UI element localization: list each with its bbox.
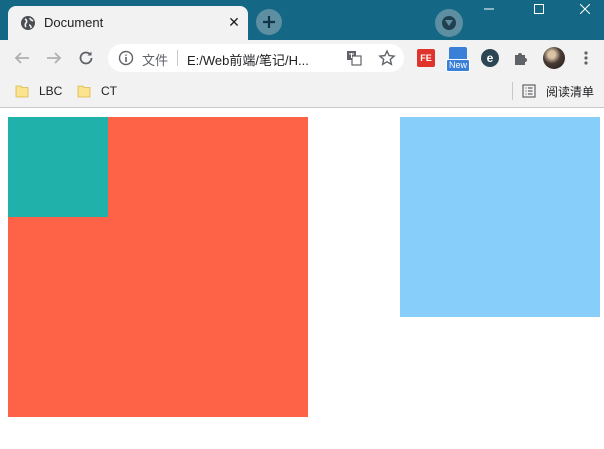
fe-extension-icon[interactable]: FE [417, 49, 435, 67]
new-badge: New [446, 59, 471, 72]
tab-close-icon[interactable]: ✕ [226, 14, 242, 30]
bookmark-label: CT [101, 84, 117, 98]
bookmark-label: LBC [39, 84, 63, 98]
folder-icon [15, 85, 29, 98]
reload-icon[interactable] [77, 49, 95, 67]
close-icon [580, 4, 590, 14]
bookmarks-divider [512, 82, 513, 100]
bookmark-folder-ct[interactable]: CT [77, 83, 117, 99]
maximize-button[interactable] [516, 0, 562, 18]
bookmark-star-icon[interactable] [378, 49, 396, 67]
new-extension-icon[interactable]: New [446, 47, 471, 72]
back-arrow-icon[interactable] [13, 49, 31, 67]
avatar[interactable] [543, 47, 565, 69]
tab-title: Document [44, 15, 104, 30]
globe-icon [21, 16, 35, 30]
reading-list-icon [522, 84, 536, 98]
close-window-button[interactable] [562, 0, 604, 18]
url-text[interactable]: E:/Web前端/笔记/H... [187, 50, 309, 69]
page-content [0, 108, 604, 449]
bookmark-folder-lbc[interactable]: LBC [15, 83, 62, 99]
info-icon[interactable] [118, 50, 134, 66]
scheme-label: 文件 [142, 53, 169, 68]
address-bar[interactable]: 文件 E:/Web前端/笔记/H... [108, 44, 404, 72]
puzzle-extensions-icon[interactable] [512, 49, 530, 67]
address-divider [177, 50, 178, 66]
bookmarks-bar: LBC CT 阅读清单 [0, 76, 604, 108]
chevron-down-icon [442, 16, 456, 30]
folder-icon [77, 85, 91, 98]
plus-icon [263, 16, 275, 28]
minimize-icon [484, 8, 494, 10]
tab-search-button[interactable] [435, 9, 463, 37]
translate-icon[interactable] [346, 50, 362, 66]
browser-toolbar: 文件 E:/Web前端/笔记/H... FE New e [0, 40, 604, 76]
more-menu-icon[interactable] [577, 49, 595, 67]
reading-list-button[interactable]: 阅读清单 [522, 83, 594, 99]
side-skyblue-box [400, 117, 600, 317]
reading-list-label: 阅读清单 [546, 84, 595, 99]
new-tab-button[interactable] [256, 9, 282, 35]
tab-document[interactable]: Document ✕ [8, 6, 248, 40]
title-bar: Document ✕ [0, 0, 604, 40]
maximize-icon [534, 4, 544, 14]
minimize-button[interactable] [466, 0, 512, 18]
e-extension-icon[interactable]: e [481, 49, 499, 67]
forward-arrow-icon[interactable] [45, 49, 63, 67]
inner-teal-box [8, 117, 108, 217]
